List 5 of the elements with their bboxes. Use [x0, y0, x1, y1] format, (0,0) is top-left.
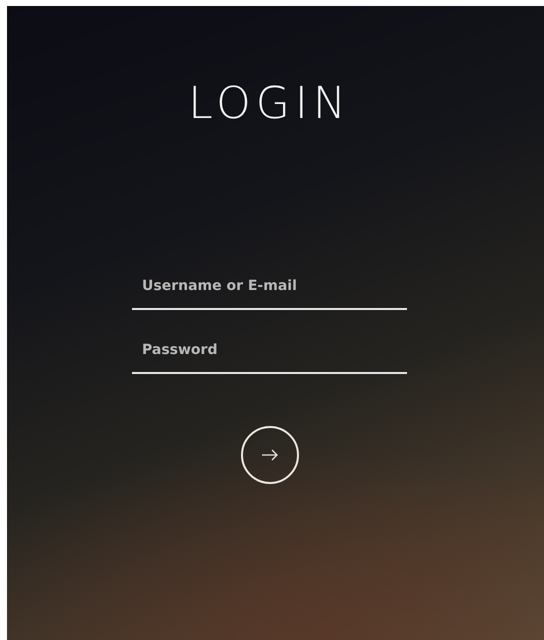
input-field[interactable]: Password [132, 334, 407, 374]
arrow-icon [260, 449, 278, 461]
submit-button[interactable] [240, 426, 298, 484]
login-title: LOGIN [188, 78, 351, 130]
input-field[interactable]: Username or E-mail [132, 270, 407, 310]
